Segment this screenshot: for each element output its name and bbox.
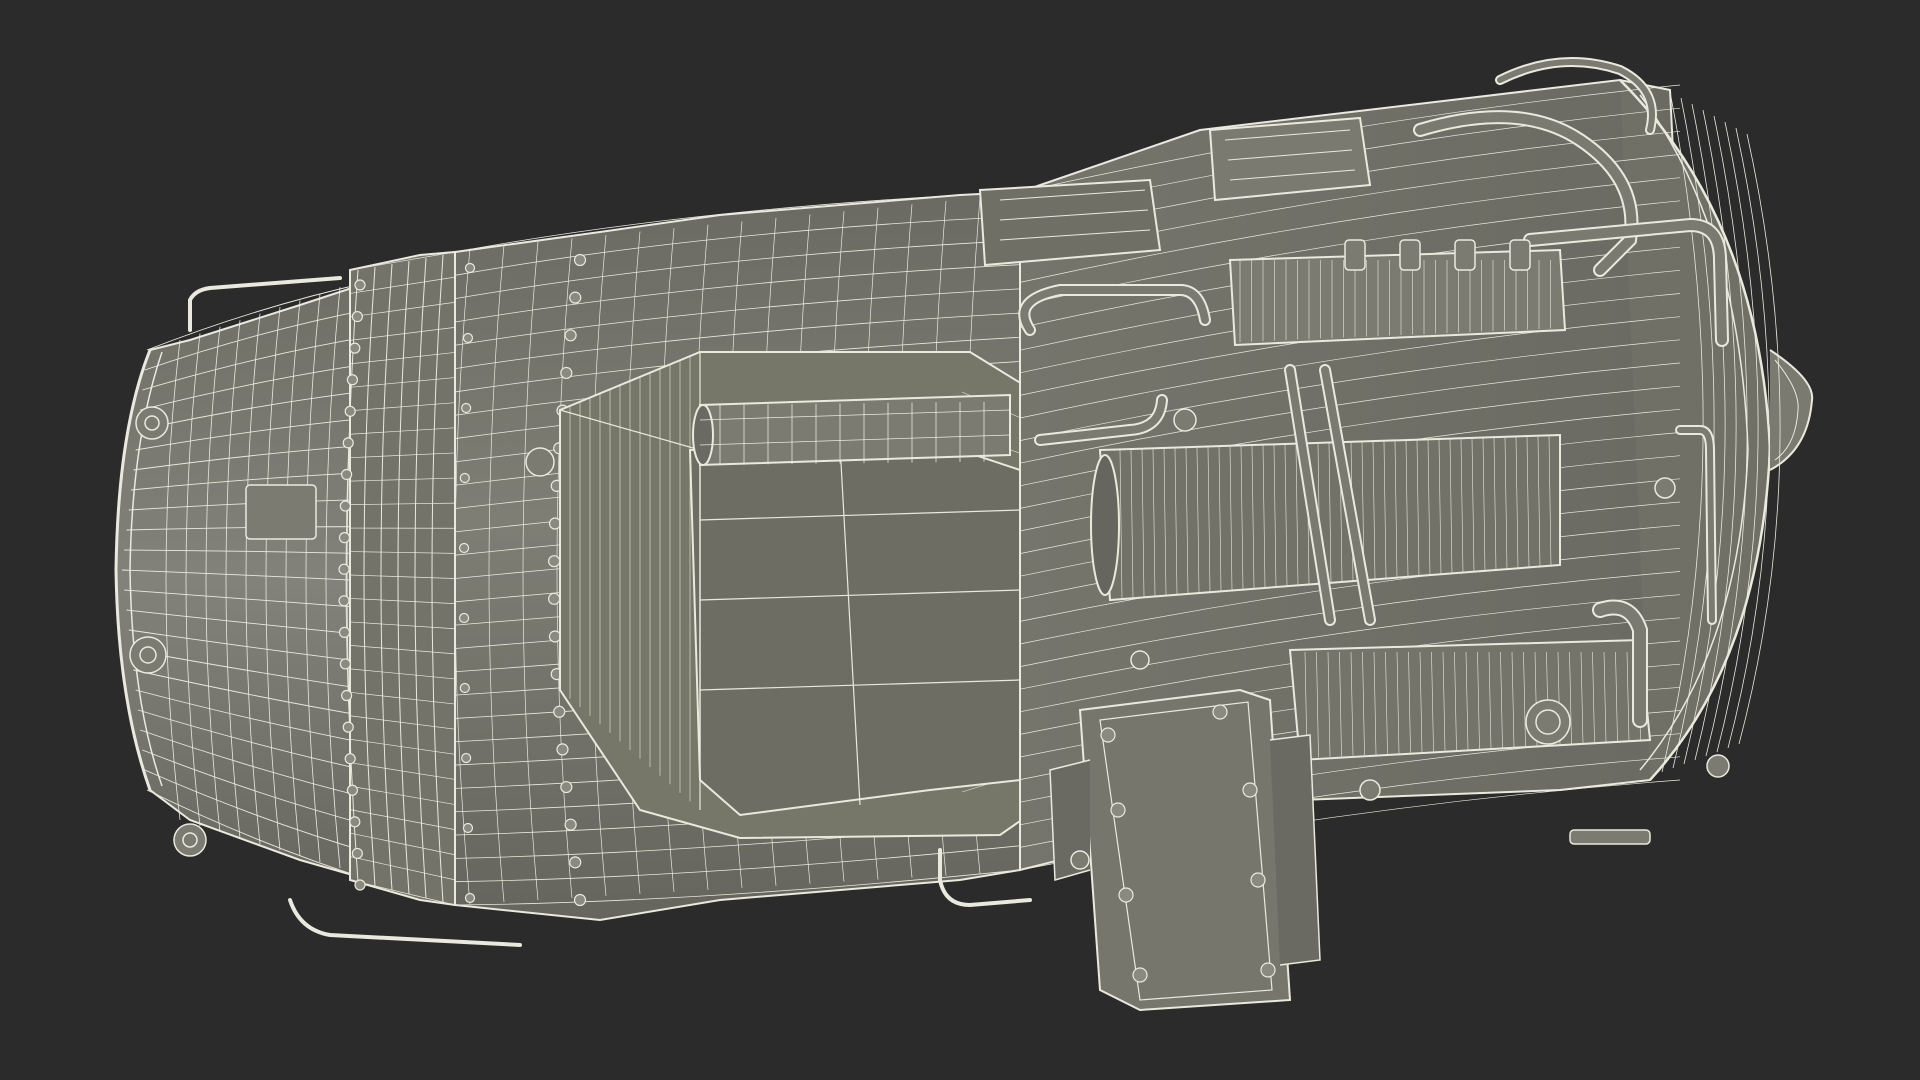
bolt [351, 847, 363, 860]
bolt [339, 500, 351, 512]
shaft-cap [525, 447, 555, 477]
bolt [548, 517, 562, 530]
bolt [342, 437, 354, 449]
engine-wireframe-model [114, 57, 1814, 1012]
bolt [1118, 887, 1134, 903]
bolt [461, 402, 472, 414]
bolt [344, 753, 356, 765]
bolt [341, 468, 353, 481]
bolt [458, 612, 470, 624]
bolt [556, 743, 569, 756]
fitting [1509, 239, 1531, 271]
bolt [338, 532, 351, 544]
bolt [459, 682, 470, 694]
sensor-port [173, 823, 207, 857]
bolt [573, 253, 587, 267]
bolt [1250, 872, 1266, 888]
fitting [1344, 239, 1366, 271]
wireframe-render-scene [0, 0, 1920, 1080]
bolt [1132, 967, 1148, 983]
bolt [461, 752, 472, 764]
bolt [342, 721, 354, 733]
bolt [459, 472, 470, 484]
bolt [338, 595, 350, 607]
bolt [1212, 704, 1228, 720]
bolt [338, 563, 350, 575]
fitting [1130, 650, 1150, 670]
bolt [548, 592, 561, 605]
fitting [1173, 408, 1197, 432]
bolt [1242, 782, 1258, 798]
bolt [569, 856, 582, 869]
bolt [349, 816, 361, 828]
bolt [346, 784, 358, 796]
bolt [462, 332, 474, 344]
accessory-panel [688, 438, 1021, 817]
bolt [344, 405, 356, 417]
bolt [354, 279, 366, 291]
bolt [338, 626, 351, 638]
bolt [564, 329, 577, 342]
fitting [1359, 779, 1381, 801]
fitting [1654, 477, 1676, 499]
sensor-port [135, 406, 169, 440]
fitting [1706, 754, 1730, 778]
fitting [1399, 239, 1421, 271]
drive-shaft-tube [692, 393, 1011, 467]
bolt [339, 658, 351, 670]
bolt [462, 822, 474, 834]
filter-cap [1525, 699, 1571, 745]
bolt [1260, 962, 1276, 978]
bolt [464, 262, 476, 274]
bolt [458, 542, 470, 554]
bolt [573, 893, 587, 907]
bolt [341, 689, 353, 702]
bolt [548, 630, 562, 643]
bolt [1100, 727, 1116, 743]
bracket [1569, 829, 1651, 845]
bolt [564, 818, 577, 831]
fitting [1070, 850, 1090, 870]
sensor-port [129, 636, 167, 674]
bolt [1110, 802, 1126, 818]
bolt [560, 780, 573, 794]
bolt [349, 342, 361, 354]
bolt [464, 892, 476, 904]
bolt [569, 291, 582, 304]
bolt [548, 555, 561, 568]
bolt [354, 879, 366, 891]
rear-exhaust-cone [114, 280, 371, 882]
bolt [346, 374, 358, 386]
mounting-pad [245, 484, 317, 540]
bolt [553, 705, 566, 718]
bolt [560, 366, 573, 380]
fitting [1454, 239, 1476, 271]
bolt [351, 310, 363, 323]
rear-flange-ring [338, 250, 456, 907]
